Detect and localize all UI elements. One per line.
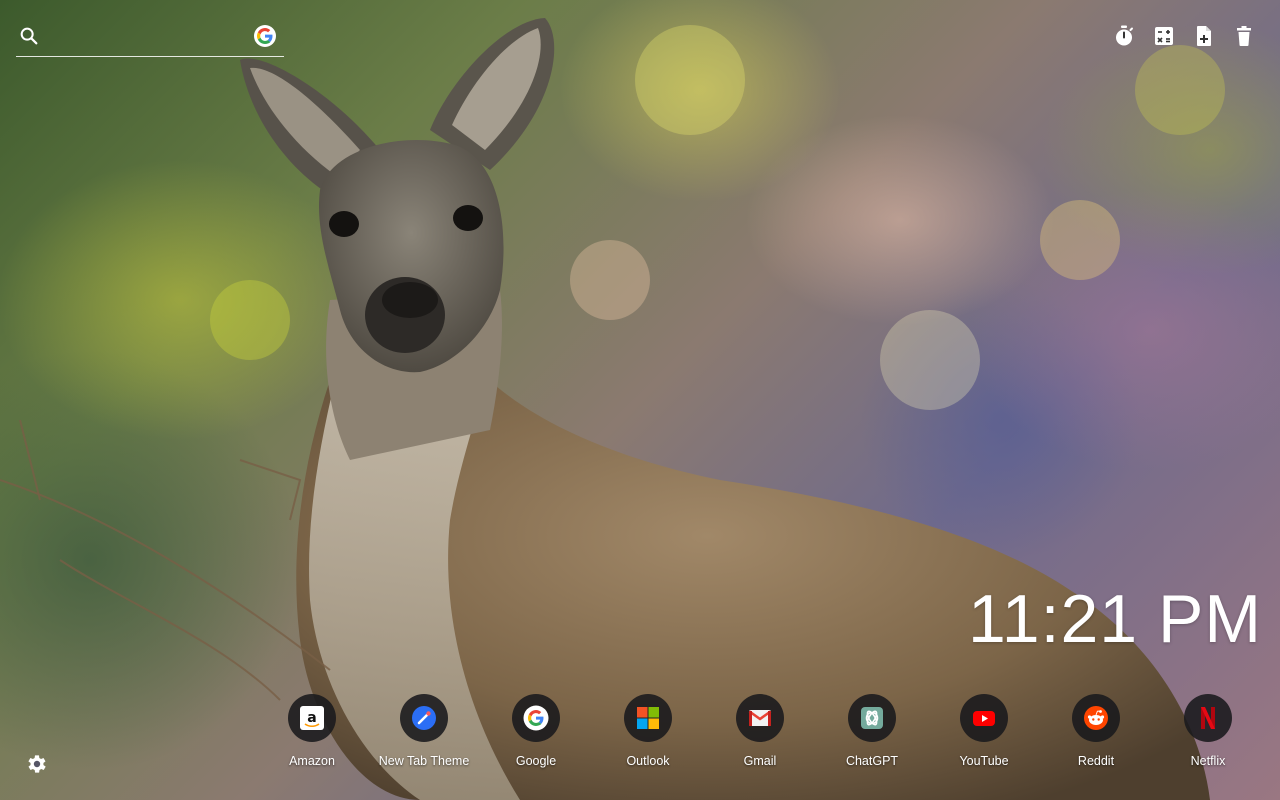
kangaroo-illustration [0,18,1225,800]
shortcut-label: YouTube [959,754,1009,768]
search-input[interactable] [48,24,252,52]
clock-time: 11:21 PM [967,581,1262,657]
shortcut-chatgpt[interactable]: ChatGPT [816,694,928,768]
shortcut-label: Reddit [1077,754,1115,768]
shortcut-gmail[interactable]: Gmail [704,694,816,768]
shortcut-label: New Tab Theme [378,754,470,768]
shortcut-outlook[interactable]: Outlook [592,694,704,768]
shortcut-google[interactable]: Google [480,694,592,768]
stopwatch-icon[interactable] [1112,24,1136,48]
shortcut-youtube[interactable]: YouTube [928,694,1040,768]
microsoft-icon[interactable] [624,694,672,742]
shortcut-new-tab-theme[interactable]: New Tab Theme [368,694,480,768]
chatgpt-icon[interactable] [848,694,896,742]
svg-text:a: a [307,710,316,726]
gmail-icon[interactable] [736,694,784,742]
shortcut-label: Gmail [743,754,777,768]
shortcut-label: Netflix [1190,754,1226,768]
netflix-icon[interactable] [1184,694,1232,742]
note-add-icon[interactable] [1192,24,1216,48]
reddit-icon[interactable] [1072,694,1120,742]
calculator-icon[interactable] [1152,24,1176,48]
shortcut-label: Outlook [626,754,670,768]
shortcut-reddit[interactable]: Reddit [1040,694,1152,768]
shortcut-bar: a Amazon New Tab Theme Google Outlook Gm… [256,694,1264,768]
trash-icon[interactable] [1232,24,1256,48]
shortcut-label: Amazon [289,754,335,768]
google-icon[interactable] [254,25,276,47]
youtube-icon[interactable] [960,694,1008,742]
amazon-icon[interactable]: a [288,694,336,742]
shortcut-amazon[interactable]: a Amazon [256,694,368,768]
shortcut-label: Google [515,754,557,768]
search-bar[interactable] [16,20,284,57]
shortcut-label: ChatGPT [845,754,899,768]
wallpaper-kangaroo-photo [0,0,1280,800]
google-icon[interactable] [512,694,560,742]
search-icon[interactable] [18,25,40,47]
new-tab-theme-icon[interactable] [400,694,448,742]
gear-icon[interactable] [24,752,48,776]
top-toolbar [1112,24,1256,48]
shortcut-netflix[interactable]: Netflix [1152,694,1264,768]
